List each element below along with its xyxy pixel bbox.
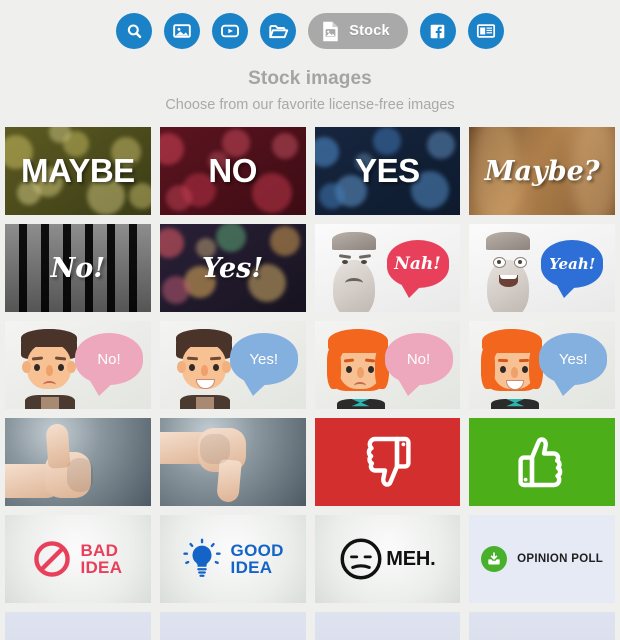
- stock-icon: [323, 21, 339, 41]
- tile-caption: Yes!: [202, 252, 264, 284]
- thumbs-down-icon: [367, 436, 411, 487]
- stock-tile[interactable]: NO: [159, 127, 306, 215]
- tile-caption: No!: [97, 350, 121, 368]
- folder-icon: [269, 24, 288, 38]
- search-icon-button[interactable]: [116, 13, 153, 49]
- tile-caption: Yes!: [249, 350, 279, 368]
- stock-tile[interactable]: MEH.: [314, 515, 461, 603]
- video-icon-button[interactable]: [212, 13, 249, 49]
- tile-caption: OPINION POLL: [517, 553, 604, 565]
- tile-caption: Yes!: [558, 350, 588, 368]
- news-icon: [476, 24, 495, 38]
- tile-caption: Nah!: [394, 254, 441, 274]
- stock-tile[interactable]: Yeah!: [469, 224, 615, 312]
- image-icon-button[interactable]: [164, 13, 201, 49]
- stock-tile[interactable]: [159, 612, 306, 640]
- facebook-icon: [430, 24, 445, 38]
- tile-caption: Maybe?: [484, 155, 600, 187]
- lightbulb-icon: [182, 538, 221, 577]
- tile-caption-line1: BAD: [80, 541, 119, 560]
- stock-tile[interactable]: Maybe?: [469, 127, 615, 215]
- stock-tile[interactable]: [5, 612, 151, 640]
- stock-tile[interactable]: [5, 418, 151, 506]
- tile-caption-line1: GOOD: [230, 541, 284, 560]
- meh-face-icon: [340, 538, 382, 580]
- stock-tab-label: Stock: [349, 23, 390, 39]
- tile-caption: YES: [355, 152, 420, 189]
- tile-caption: MEH.: [386, 547, 436, 570]
- stock-tab-button[interactable]: Stock: [308, 13, 408, 49]
- tile-caption: No!: [50, 252, 106, 284]
- tile-caption: MAYBE: [21, 152, 135, 189]
- stock-tile[interactable]: Yes!: [159, 224, 306, 312]
- stock-tile[interactable]: Yes!: [159, 321, 306, 409]
- stock-tile[interactable]: [314, 612, 461, 640]
- stock-images-picker: Stock Stock images Choose from our favor…: [0, 0, 620, 640]
- stock-tile[interactable]: Nah!: [314, 224, 461, 312]
- stock-tile[interactable]: No!: [5, 321, 151, 409]
- stock-tile[interactable]: OPINION POLL: [469, 515, 615, 603]
- stock-tile[interactable]: No!: [314, 321, 461, 409]
- source-toolbar: Stock: [0, 0, 620, 56]
- news-icon-button[interactable]: [467, 13, 504, 49]
- search-icon: [127, 23, 141, 38]
- page-header: Stock images Choose from our favorite li…: [0, 68, 620, 113]
- image-icon: [173, 24, 192, 38]
- facebook-icon-button[interactable]: [419, 13, 456, 49]
- stock-tile[interactable]: GOOD IDEA: [159, 515, 306, 603]
- stock-tile[interactable]: Yes!: [469, 321, 615, 409]
- stock-tile[interactable]: [469, 418, 615, 506]
- video-icon: [221, 24, 240, 38]
- tile-caption-line2: IDEA: [80, 558, 123, 577]
- ballot-box-icon: [481, 546, 508, 572]
- stock-tile[interactable]: [314, 418, 461, 506]
- tile-caption-line2: IDEA: [230, 558, 273, 577]
- stock-image-grid: MAYBE NO YES Maybe? No! Yes! Nah! Yeah! …: [0, 127, 620, 640]
- thumbs-up-icon: [518, 437, 563, 488]
- page-subtitle: Choose from our favorite license-free im…: [165, 97, 455, 113]
- stock-tile[interactable]: MAYBE: [5, 127, 151, 215]
- tile-caption: Yeah!: [549, 255, 596, 273]
- tile-caption: NO: [208, 152, 257, 189]
- tile-caption: No!: [406, 350, 431, 368]
- page-title: Stock images: [248, 68, 372, 89]
- stock-tile[interactable]: No!: [5, 224, 151, 312]
- stock-tile[interactable]: YES: [314, 127, 461, 215]
- prohibition-icon: [34, 541, 71, 577]
- stock-tile[interactable]: [159, 418, 306, 506]
- folder-icon-button[interactable]: [260, 13, 297, 49]
- stock-tile[interactable]: BAD IDEA: [5, 515, 151, 603]
- stock-tile[interactable]: [469, 612, 615, 640]
